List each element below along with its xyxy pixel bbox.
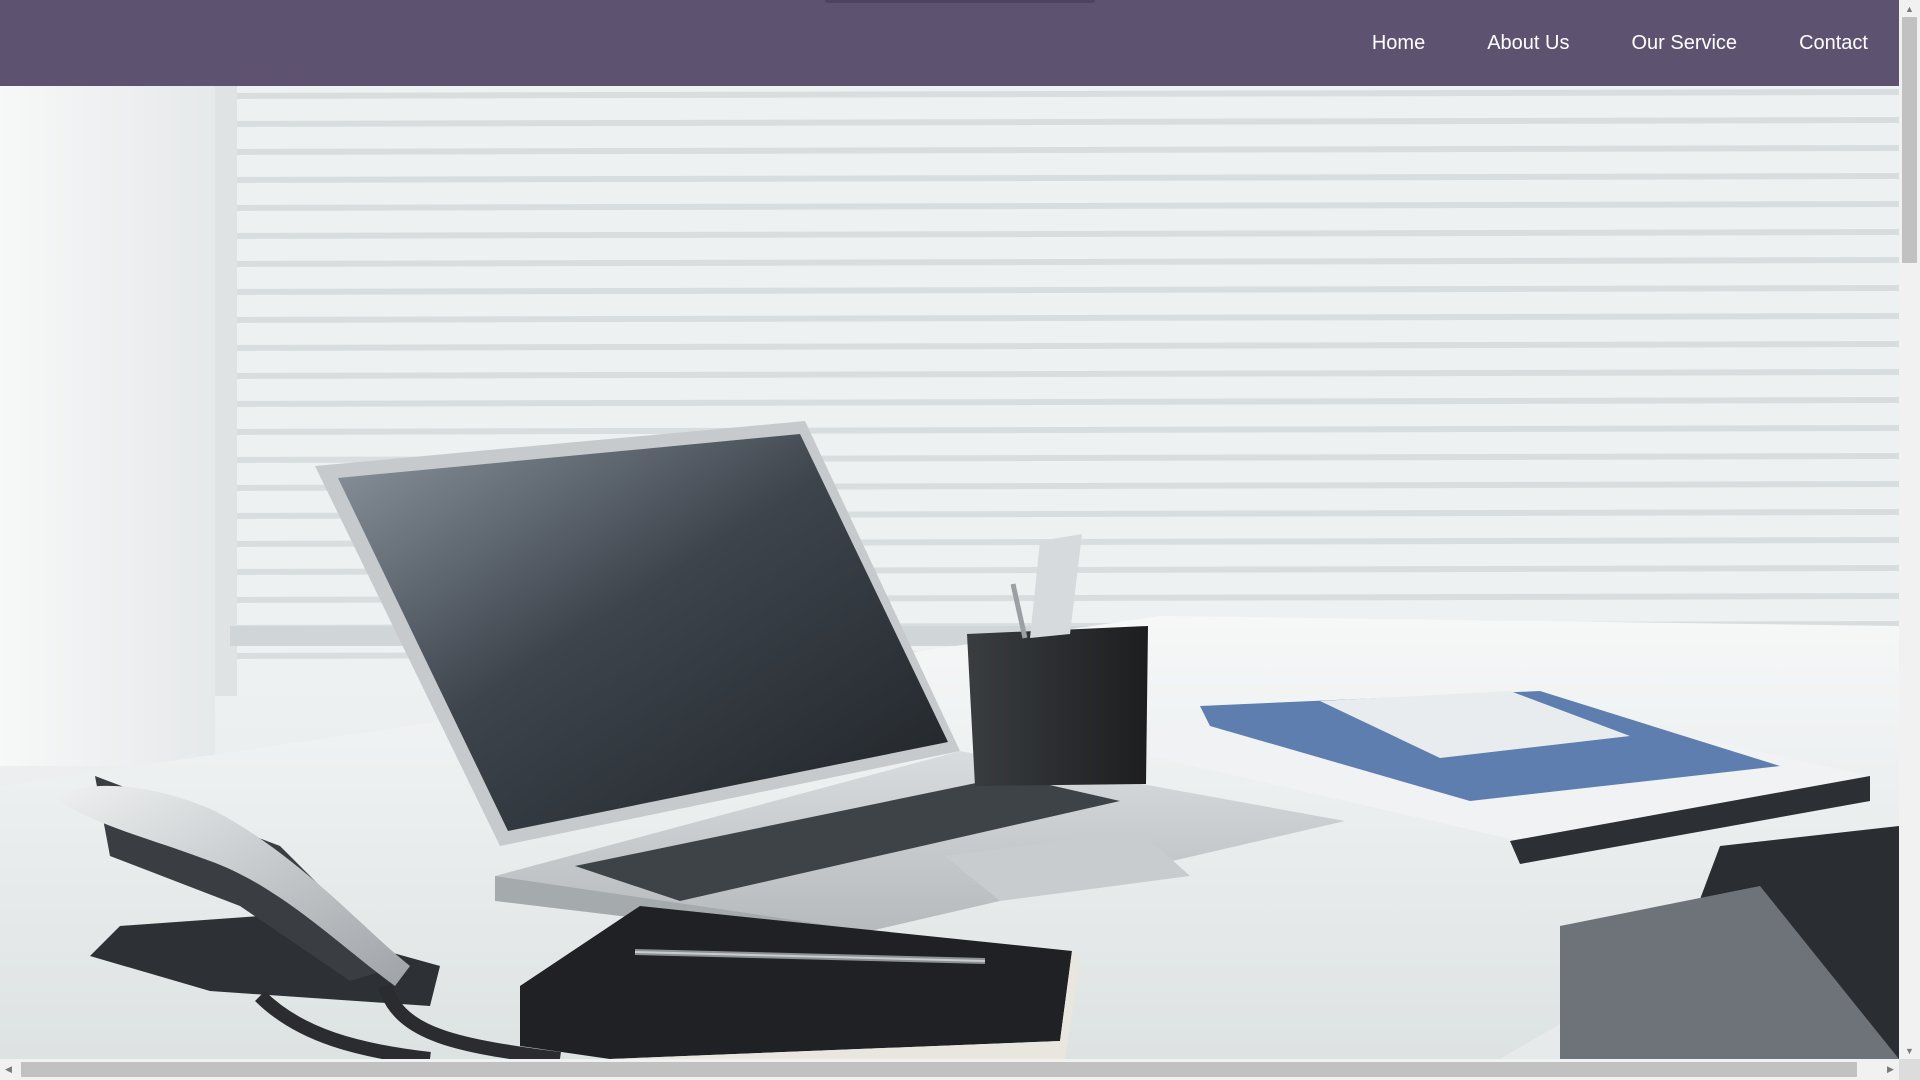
scroll-left-arrow-icon[interactable]: ◀ — [0, 1059, 17, 1080]
nav-link-our-service[interactable]: Our Service — [1631, 32, 1737, 55]
horizontal-scrollbar[interactable]: ◀ ▶ — [0, 1059, 1899, 1080]
nav-link-about-us[interactable]: About Us — [1487, 32, 1569, 55]
nav-link-home[interactable]: Home — [1372, 32, 1425, 55]
scroll-down-arrow-icon[interactable]: ▼ — [1899, 1042, 1920, 1059]
navbar-tab-decoration — [825, 0, 1095, 3]
scrollbar-corner — [1899, 1059, 1920, 1080]
nav-link-contact[interactable]: Contact — [1799, 32, 1868, 55]
top-navbar: Home About Us Our Service Contact — [0, 0, 1899, 86]
page-viewport: Home About Us Our Service Contact — [0, 0, 1899, 1059]
vertical-scrollbar[interactable]: ▲ ▼ — [1899, 0, 1920, 1059]
hero-image — [0, 86, 1899, 1059]
horizontal-scroll-thumb[interactable] — [21, 1062, 1857, 1077]
vertical-scroll-thumb[interactable] — [1902, 17, 1917, 263]
scroll-right-arrow-icon[interactable]: ▶ — [1882, 1059, 1899, 1080]
office-desk-illustration — [0, 86, 1899, 1059]
scroll-up-arrow-icon[interactable]: ▲ — [1899, 0, 1920, 17]
main-nav-menu: Home About Us Our Service Contact — [1372, 0, 1883, 86]
